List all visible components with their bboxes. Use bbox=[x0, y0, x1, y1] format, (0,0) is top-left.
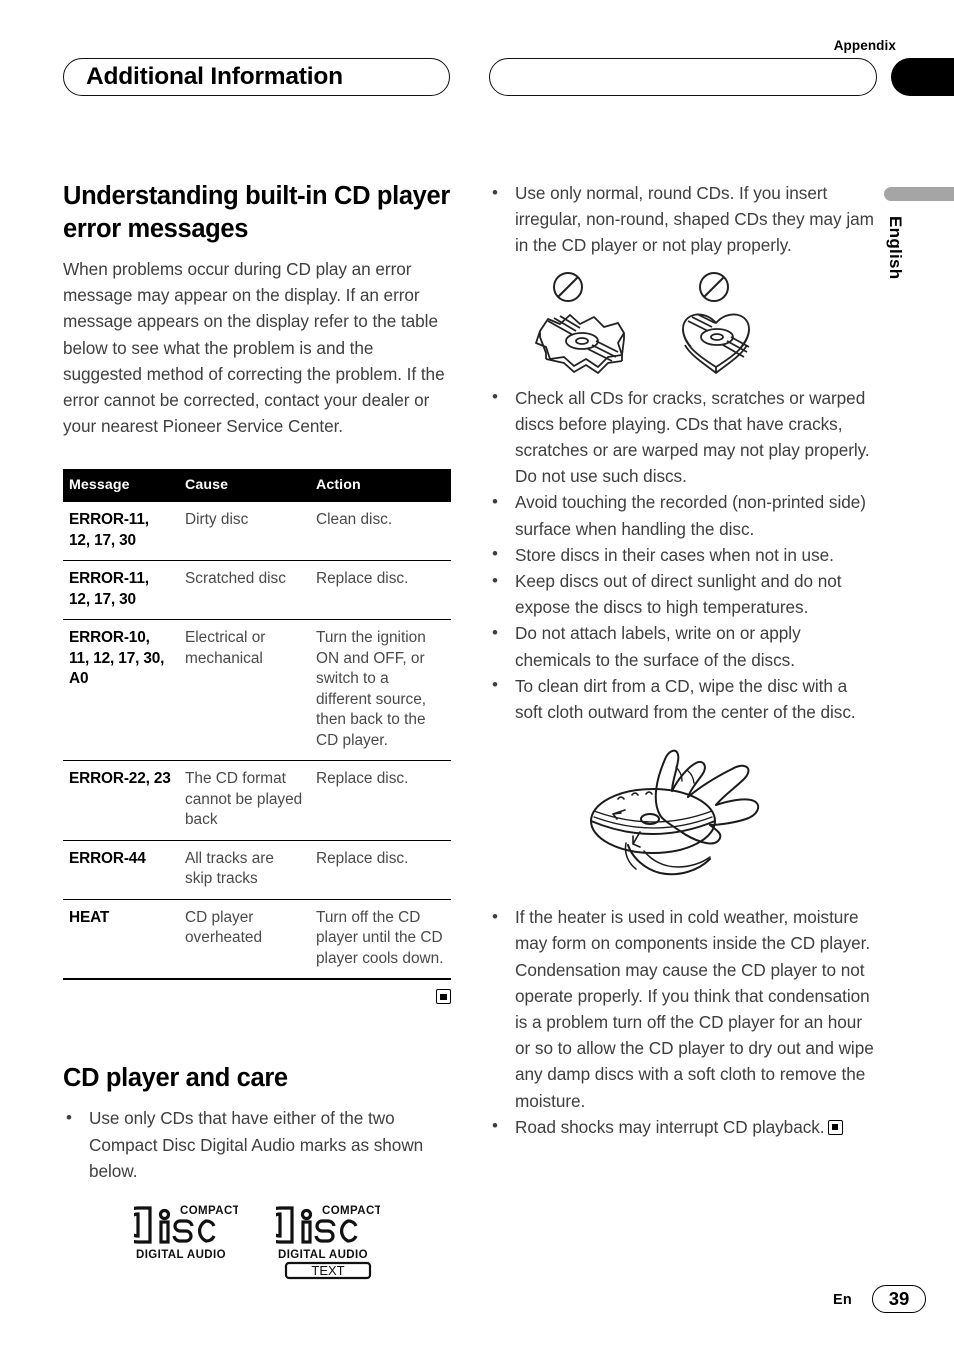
table-row: ERROR-44 All tracks are skip tracks Repl… bbox=[63, 840, 451, 900]
table-body: ERROR-11, 12, 17, 30 Dirty disc Clean di… bbox=[63, 502, 451, 980]
list-item: To clean dirt from a CD, wipe the disc w… bbox=[489, 672, 877, 725]
footer-language-code: En bbox=[833, 1292, 852, 1308]
error-message-table: Message Cause Action ERROR-11, 12, 17, 3… bbox=[63, 469, 451, 980]
list-item-text: Road shocks may interrupt CD playback. bbox=[515, 1116, 825, 1137]
compact-disc-digital-audio-logo: COMPACT DIGITAL AUDIO bbox=[119, 1200, 240, 1267]
cell-cause: Scratched disc bbox=[179, 560, 310, 621]
cell-cause: All tracks are skip tracks bbox=[179, 840, 310, 900]
condensation-bullet-list: If the heater is used in cold weather, m… bbox=[489, 904, 877, 1140]
cd-handling-bullet-list: Check all CDs for cracks, scratches or w… bbox=[489, 384, 877, 726]
cell-message: ERROR-11, 12, 17, 30 bbox=[63, 502, 179, 562]
document-page: Appendix Additional Information English … bbox=[0, 0, 954, 1352]
cell-message: ERROR-22, 23 bbox=[63, 760, 179, 841]
filled-square-end-icon bbox=[436, 989, 451, 1005]
page-number-badge: 39 bbox=[872, 1285, 926, 1313]
list-item: If the heater is used in cold weather, m… bbox=[489, 904, 877, 1114]
cell-action: Turn the ignition ON and OFF, or switch … bbox=[310, 619, 451, 762]
cell-message: HEAT bbox=[63, 899, 179, 980]
list-item: Check all CDs for cracks, scratches or w… bbox=[489, 384, 877, 490]
svg-text:COMPACT: COMPACT bbox=[180, 1205, 238, 1217]
wipe-disc-with-cloth-illustration-icon bbox=[590, 749, 760, 876]
table-header-cause: Cause bbox=[179, 469, 310, 503]
list-item: Avoid touching the recorded (non-printed… bbox=[489, 489, 877, 541]
table-row: ERROR-11, 12, 17, 30 Dirty disc Clean di… bbox=[63, 502, 451, 562]
cell-cause: CD player overheated bbox=[179, 899, 310, 980]
header-black-tab bbox=[891, 58, 954, 96]
irregular-cd-figure bbox=[489, 271, 877, 381]
cell-action: Replace disc. bbox=[310, 760, 451, 841]
appendix-label: Appendix bbox=[833, 38, 896, 53]
error-messages-heading: Understanding built-in CD player error m… bbox=[63, 182, 450, 243]
right-column: Use only normal, round CDs. If you inser… bbox=[489, 180, 877, 1140]
language-tab-bar bbox=[884, 187, 954, 201]
cd-logo-icon: COMPACT DIGITAL AUDIO bbox=[119, 1205, 240, 1261]
table-header-action: Action bbox=[310, 469, 451, 503]
left-column: Understanding built-in CD player error m… bbox=[63, 180, 451, 1285]
cell-action: Replace disc. bbox=[310, 840, 451, 900]
table-row: ERROR-22, 23 The CD format cannot be pla… bbox=[63, 760, 451, 841]
cell-action: Replace disc. bbox=[310, 560, 451, 621]
table-header-message: Message bbox=[63, 469, 179, 503]
list-item: Store discs in their cases when not in u… bbox=[489, 541, 877, 568]
cell-message: ERROR-11, 12, 17, 30 bbox=[63, 560, 179, 621]
svg-text:DIGITAL AUDIO: DIGITAL AUDIO bbox=[136, 1249, 226, 1261]
page-title: Additional Information bbox=[86, 63, 343, 90]
cell-action: Turn off the CD player until the CD play… bbox=[310, 899, 451, 980]
filled-square-end-icon bbox=[827, 1119, 843, 1135]
table-row: ERROR-11, 12, 17, 30 Scratched disc Repl… bbox=[63, 560, 451, 621]
list-item: Use only CDs that have either of the two… bbox=[63, 1105, 451, 1184]
cd-player-care-heading: CD player and care bbox=[63, 1064, 288, 1093]
error-messages-intro: When problems occur during CD play an er… bbox=[63, 259, 445, 437]
table-end-rule bbox=[63, 979, 451, 981]
compact-disc-digital-audio-text-logo: COMPACT DIGITAL AUDIO TEXT bbox=[261, 1200, 382, 1285]
header-pill-right bbox=[489, 58, 877, 96]
cell-message: ERROR-44 bbox=[63, 840, 179, 900]
table-header-row: Message Cause Action bbox=[63, 469, 451, 503]
cell-cause: Dirty disc bbox=[179, 502, 310, 562]
round-cd-bullet-list: Use only normal, round CDs. If you inser… bbox=[489, 180, 877, 259]
svg-text:TEXT: TEXT bbox=[311, 1263, 344, 1278]
list-item: Use only normal, round CDs. If you inser… bbox=[489, 180, 877, 259]
list-item: Do not attach labels, write on or apply … bbox=[489, 620, 877, 672]
disc-wiping-figure bbox=[489, 739, 877, 894]
section-end-marker-row bbox=[63, 989, 451, 1005]
cell-message: ERROR-10, 11, 12, 17, 30, A0 bbox=[63, 619, 179, 762]
svg-text:COMPACT: COMPACT bbox=[322, 1205, 380, 1217]
cell-cause: Electrical or mechanical bbox=[179, 619, 310, 762]
cd-logo-figure: COMPACT DIGITAL AUDIO COMPACT DIGITAL AU… bbox=[63, 1200, 451, 1285]
cd-text-logo-icon: COMPACT DIGITAL AUDIO TEXT bbox=[261, 1205, 382, 1280]
table-row: HEAT CD player overheated Turn off the C… bbox=[63, 899, 451, 980]
cd-care-bullet-list: Use only CDs that have either of the two… bbox=[63, 1105, 451, 1184]
svg-text:DIGITAL AUDIO: DIGITAL AUDIO bbox=[278, 1249, 368, 1261]
non-round-cd-illustration-icon bbox=[535, 271, 750, 374]
cell-action: Clean disc. bbox=[310, 502, 451, 562]
list-item-text: If the heater is used in cold weather, m… bbox=[515, 907, 874, 1111]
list-item: Keep discs out of direct sunlight and do… bbox=[489, 568, 877, 620]
cell-cause: The CD format cannot be played back bbox=[179, 760, 310, 841]
language-tab-label: English bbox=[886, 216, 905, 280]
list-item: Road shocks may interrupt CD playback. bbox=[489, 1113, 877, 1140]
table-row: ERROR-10, 11, 12, 17, 30, A0 Electrical … bbox=[63, 619, 451, 762]
